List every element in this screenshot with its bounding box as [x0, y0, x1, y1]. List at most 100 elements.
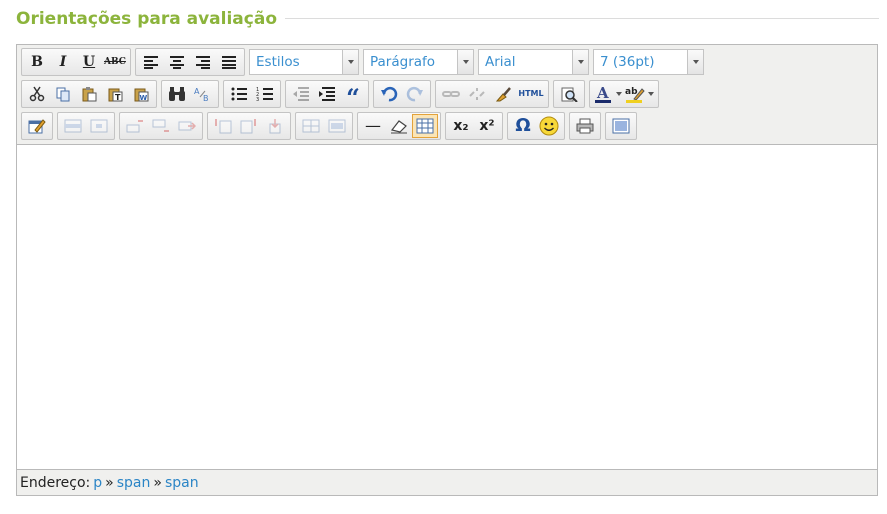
path-element-p[interactable]: p: [93, 475, 102, 491]
bold-button[interactable]: B: [24, 50, 50, 74]
clipboard-group: T W: [21, 80, 157, 108]
row-ops-group: [119, 112, 203, 140]
styles-select-value: Estilos: [256, 54, 300, 70]
text-color-dropdown[interactable]: [614, 82, 624, 106]
redo-button[interactable]: [402, 82, 428, 106]
copy-button[interactable]: [50, 82, 76, 106]
visual-aid-button[interactable]: [412, 114, 438, 138]
align-right-button[interactable]: [190, 50, 216, 74]
link-button[interactable]: [438, 82, 464, 106]
font-family-select-value: Arial: [485, 54, 516, 70]
path-label: Endereço:: [20, 474, 91, 491]
highlight-color-dropdown[interactable]: [646, 82, 656, 106]
unlink-icon: [469, 88, 485, 100]
table-properties-button[interactable]: [24, 114, 50, 138]
insert-col-after-icon: [240, 119, 256, 134]
col-ops-group: [207, 112, 291, 140]
preview-icon: [561, 87, 578, 102]
print-button[interactable]: [572, 114, 598, 138]
chevron-down-icon[interactable]: [687, 50, 703, 74]
replace-button[interactable]: AB: [190, 82, 216, 106]
history-group: [373, 80, 431, 108]
html-source-button[interactable]: HTML: [516, 82, 546, 106]
cell-props-icon: [90, 119, 108, 133]
chevron-down-icon[interactable]: [572, 50, 588, 74]
remove-format-button[interactable]: [386, 114, 412, 138]
undo-icon: [381, 86, 398, 102]
merge-cells-icon: [328, 119, 346, 133]
format-select-value: Parágrafo: [370, 54, 436, 70]
row-props-icon: [64, 119, 82, 133]
svg-text:3: 3: [256, 97, 259, 102]
font-size-select[interactable]: 7 (36pt): [593, 49, 704, 75]
chevron-down-icon[interactable]: [342, 50, 358, 74]
scissors-icon: [29, 86, 45, 102]
superscript-button[interactable]: x²: [474, 114, 500, 138]
indent-button[interactable]: [314, 82, 340, 106]
subscript-button[interactable]: x₂: [448, 114, 474, 138]
merge-cells-button[interactable]: [324, 114, 350, 138]
insert-row-before-icon: [126, 120, 143, 133]
unlink-button[interactable]: [464, 82, 490, 106]
format-group: B I U ABC: [21, 48, 131, 76]
replace-icon: AB: [194, 87, 209, 102]
paste-button[interactable]: [76, 82, 102, 106]
text-color-button[interactable]: A: [592, 82, 614, 106]
format-select[interactable]: Parágrafo: [363, 49, 474, 75]
underline-button[interactable]: U: [76, 50, 102, 74]
numbered-list-button[interactable]: 123: [252, 82, 278, 106]
rich-text-editor: B I U ABC Estilos Parágrafo Arial 7 (36p…: [16, 44, 878, 496]
align-justify-button[interactable]: [216, 50, 242, 74]
color-group: A ab: [589, 80, 659, 108]
styles-select[interactable]: Estilos: [249, 49, 359, 75]
find-button[interactable]: [164, 82, 190, 106]
delete-col-button[interactable]: [262, 114, 288, 138]
insert-col-after-button[interactable]: [236, 114, 262, 138]
path-element-span[interactable]: span: [165, 475, 199, 491]
insert-col-before-button[interactable]: [210, 114, 236, 138]
editor-content-area[interactable]: [17, 144, 877, 470]
outdent-button[interactable]: [288, 82, 314, 106]
horizontal-rule-button[interactable]: —: [360, 114, 386, 138]
smiley-icon: [539, 116, 559, 136]
align-center-button[interactable]: [164, 50, 190, 74]
link-group: HTML: [435, 80, 549, 108]
cut-button[interactable]: [24, 82, 50, 106]
svg-text:B: B: [203, 94, 209, 102]
strikethrough-button[interactable]: ABC: [102, 50, 128, 74]
delete-row-button[interactable]: [174, 114, 200, 138]
bullet-list-button[interactable]: [226, 82, 252, 106]
insert-row-before-button[interactable]: [122, 114, 148, 138]
eraser-icon: [390, 120, 407, 134]
cleanup-button[interactable]: [490, 82, 516, 106]
font-family-select[interactable]: Arial: [478, 49, 589, 75]
row-properties-button[interactable]: [60, 114, 86, 138]
paste-text-button[interactable]: T: [102, 82, 128, 106]
blockquote-button[interactable]: “: [340, 82, 366, 110]
indent-icon: [319, 87, 335, 101]
paste-icon: [82, 87, 97, 102]
script-group: x₂ x²: [445, 112, 503, 140]
preview-button[interactable]: [556, 82, 582, 106]
merge-group: [295, 112, 353, 140]
fullscreen-button[interactable]: [608, 114, 634, 138]
preview-group: [553, 80, 585, 108]
paste-word-button[interactable]: W: [128, 82, 154, 106]
redo-icon: [406, 86, 423, 102]
align-left-button[interactable]: [138, 50, 164, 74]
split-cells-button[interactable]: [298, 114, 324, 138]
outdent-icon: [293, 87, 309, 101]
special-char-button[interactable]: Ω: [510, 114, 536, 138]
fullscreen-group: [605, 112, 637, 140]
text-color-icon: A: [595, 85, 611, 103]
cell-properties-button[interactable]: [86, 114, 112, 138]
italic-button[interactable]: I: [50, 50, 76, 74]
indent-group: “: [285, 80, 369, 110]
chevron-down-icon: [648, 92, 654, 96]
insert-row-after-button[interactable]: [148, 114, 174, 138]
emotions-button[interactable]: [536, 114, 562, 138]
path-element-span[interactable]: span: [117, 475, 151, 491]
highlight-color-button[interactable]: ab: [624, 82, 646, 106]
undo-button[interactable]: [376, 82, 402, 106]
chevron-down-icon[interactable]: [457, 50, 473, 74]
